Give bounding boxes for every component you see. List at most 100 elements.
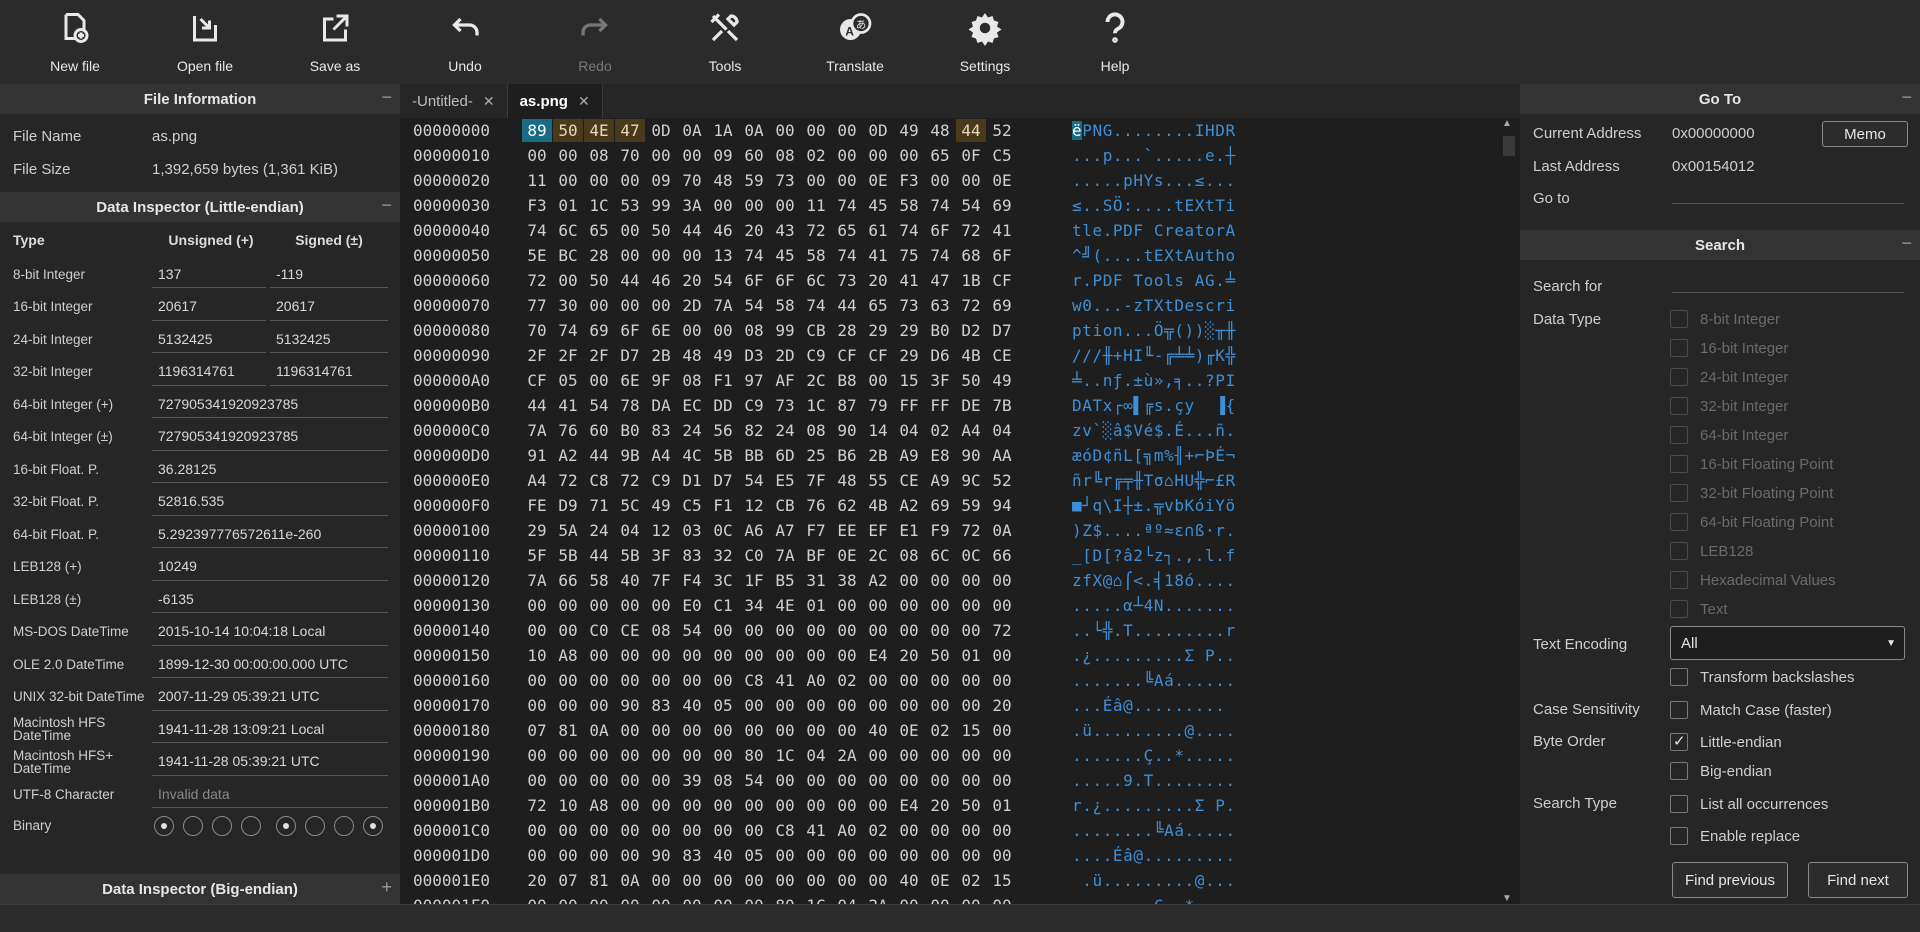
hex-byte[interactable]: 00 — [770, 694, 800, 717]
hex-byte[interactable]: 00 — [522, 744, 552, 767]
hex-byte[interactable]: 00 — [553, 769, 583, 792]
ascii-text[interactable]: ...p...`.....e.┼ — [1062, 146, 1236, 165]
hex-byte[interactable]: 29 — [522, 519, 552, 542]
hex-byte[interactable]: 00 — [553, 144, 583, 167]
hex-byte[interactable]: 00 — [894, 844, 924, 867]
hex-byte[interactable]: 01 — [553, 194, 583, 217]
hex-byte[interactable]: 7A — [522, 569, 552, 592]
hex-byte[interactable]: 2F — [553, 344, 583, 367]
checkbox-box[interactable] — [1670, 397, 1688, 415]
hex-byte[interactable]: 00 — [863, 619, 893, 642]
hex-byte[interactable]: 00 — [739, 819, 769, 842]
hex-byte[interactable]: 59 — [739, 169, 769, 192]
hex-byte[interactable]: 72 — [956, 219, 986, 242]
hex-byte[interactable]: 00 — [739, 794, 769, 817]
signed-value-field[interactable]: 1196314761 — [270, 358, 388, 386]
hex-byte[interactable]: 3C — [708, 569, 738, 592]
hex-byte[interactable]: 44 — [677, 219, 707, 242]
hex-byte[interactable]: D6 — [925, 344, 955, 367]
hex-byte[interactable]: EE — [832, 519, 862, 542]
hex-byte[interactable]: 00 — [646, 769, 676, 792]
hex-byte[interactable]: 29 — [894, 319, 924, 342]
hex-byte[interactable]: 89 — [522, 119, 552, 142]
hex-byte[interactable]: 00 — [987, 669, 1017, 692]
hex-byte[interactable]: 73 — [894, 294, 924, 317]
memo-button[interactable]: Memo — [1822, 121, 1908, 147]
hex-byte[interactable]: 00 — [708, 319, 738, 342]
hex-byte[interactable]: 00 — [801, 869, 831, 892]
hex-byte[interactable]: 74 — [739, 244, 769, 267]
hex-byte[interactable]: 76 — [801, 494, 831, 517]
hex-byte[interactable]: 00 — [553, 669, 583, 692]
hex-byte[interactable]: 40 — [677, 694, 707, 717]
hex-byte[interactable]: 2A — [863, 894, 893, 904]
list-all-checkbox[interactable]: List all occurrences — [1670, 795, 1828, 813]
ascii-text[interactable]: w0...-zTXtDescri — [1062, 296, 1236, 315]
hex-byte[interactable]: 00 — [584, 769, 614, 792]
hex-byte[interactable]: 00 — [801, 694, 831, 717]
hex-byte[interactable]: 5B — [615, 544, 645, 567]
hex-byte[interactable]: 70 — [522, 319, 552, 342]
hex-byte[interactable]: 49 — [987, 369, 1017, 392]
hex-byte[interactable]: CE — [987, 344, 1017, 367]
hex-byte[interactable]: A0 — [832, 819, 862, 842]
ascii-text[interactable]: .¿.........Σ P.. — [1062, 646, 1236, 665]
big-endian-checkbox[interactable]: Big-endian — [1670, 762, 1772, 780]
hex-byte[interactable]: 20 — [739, 219, 769, 242]
hex-byte[interactable]: 83 — [677, 544, 707, 567]
hex-byte[interactable]: 00 — [739, 719, 769, 742]
hex-byte[interactable]: 00 — [956, 594, 986, 617]
hex-byte[interactable]: 74 — [894, 219, 924, 242]
bit-radio[interactable] — [276, 815, 296, 836]
hex-byte[interactable]: 66 — [553, 569, 583, 592]
hex-byte[interactable]: 72 — [987, 619, 1017, 642]
hex-byte[interactable]: 00 — [739, 869, 769, 892]
hex-byte[interactable]: 00 — [708, 619, 738, 642]
hex-byte[interactable]: 32 — [708, 544, 738, 567]
hex-byte[interactable]: 0A — [615, 869, 645, 892]
hex-byte[interactable]: C8 — [770, 819, 800, 842]
hex-byte[interactable]: 6F — [739, 269, 769, 292]
hex-byte[interactable]: 1A — [708, 119, 738, 142]
hex-byte[interactable]: 74 — [553, 319, 583, 342]
hex-byte[interactable]: 00 — [615, 219, 645, 242]
checkbox-box[interactable] — [1670, 513, 1688, 531]
hex-byte[interactable]: 72 — [553, 469, 583, 492]
hex-byte[interactable]: 49 — [646, 494, 676, 517]
hex-byte[interactable]: 56 — [708, 419, 738, 442]
ascii-text[interactable]: zfX@⌂⌠<.╡18ó.... — [1062, 571, 1236, 590]
hex-byte[interactable]: 7A — [708, 294, 738, 317]
hex-byte[interactable]: 00 — [553, 894, 583, 904]
find-previous-button[interactable]: Find previous — [1672, 862, 1788, 898]
inspector-value-field[interactable]: 36.28125 — [152, 455, 388, 484]
ascii-text[interactable]: .ü.........@.... — [1062, 721, 1236, 740]
help-button[interactable]: Help — [1050, 0, 1180, 84]
hex-byte[interactable]: 12 — [646, 519, 676, 542]
hex-byte[interactable]: 00 — [956, 844, 986, 867]
hex-byte[interactable]: 00 — [522, 769, 552, 792]
hex-byte[interactable]: 00 — [832, 594, 862, 617]
tools-button[interactable]: Tools — [660, 0, 790, 84]
data-type-checkbox[interactable]: 64-bit Floating Point — [1670, 513, 1833, 531]
hex-byte[interactable]: 24 — [584, 519, 614, 542]
hex-byte[interactable]: 20 — [863, 269, 893, 292]
hex-byte[interactable]: 52 — [987, 469, 1017, 492]
translate-button[interactable]: A あ Translate — [790, 0, 920, 84]
hex-byte[interactable]: 00 — [801, 844, 831, 867]
hex-byte[interactable]: 54 — [677, 619, 707, 642]
hex-byte[interactable]: F3 — [894, 169, 924, 192]
hex-byte[interactable]: A2 — [863, 569, 893, 592]
ascii-text[interactable]: ....Éâ@......... — [1062, 846, 1236, 865]
hex-byte[interactable]: 00 — [987, 844, 1017, 867]
hex-byte[interactable]: F4 — [677, 569, 707, 592]
settings-button[interactable]: Settings — [920, 0, 1050, 84]
hex-byte[interactable]: 00 — [677, 319, 707, 342]
hex-byte[interactable]: 13 — [708, 244, 738, 267]
hex-byte[interactable]: D9 — [553, 494, 583, 517]
hex-byte[interactable]: 99 — [770, 319, 800, 342]
hex-byte[interactable]: 00 — [708, 819, 738, 842]
collapse-icon[interactable]: − — [1901, 87, 1912, 108]
data-type-checkbox[interactable]: 32-bit Floating Point — [1670, 484, 1833, 502]
hex-byte[interactable]: 50 — [646, 219, 676, 242]
hex-byte[interactable]: 20 — [987, 694, 1017, 717]
